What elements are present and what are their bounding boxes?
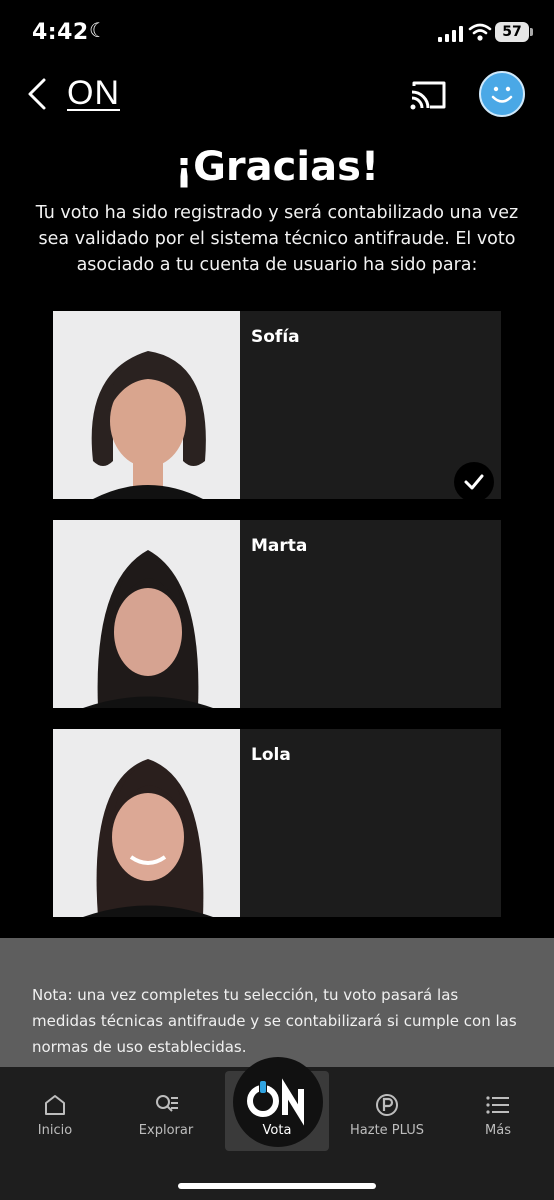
antifraud-note: Nota: una vez completes tu selección, tu… [0,938,554,1067]
candidate-card-lola[interactable]: Lola [53,729,501,917]
app-header: ON [0,66,554,126]
cast-icon[interactable] [408,78,448,112]
tab-mas[interactable]: Más [443,1067,553,1147]
tab-label: Inicio [37,1123,73,1138]
status-time: 4:42 [32,20,89,45]
battery-indicator: 57 [495,22,533,42]
bottom-tab-bar: Inicio Explorar Vota Hazte PLUS Más [0,1057,554,1200]
explore-icon [156,1095,178,1112]
candidate-name: Sofía [251,327,300,347]
home-indicator [178,1183,376,1189]
candidate-card-sofia[interactable]: Sofía [53,311,501,502]
tab-hazte-plus[interactable]: Hazte PLUS [332,1067,442,1147]
candidate-photo [53,729,240,917]
candidate-photo [53,311,240,499]
note-text: Nota: una vez completes tu selección, tu… [32,986,517,1056]
back-arrow-icon[interactable] [24,76,54,112]
tab-label: Explorar [138,1123,194,1138]
tab-label: Más [485,1123,511,1138]
menu-icon [486,1096,509,1114]
brand-logo[interactable]: ON [67,74,120,113]
profile-avatar[interactable] [479,71,525,117]
tab-label: Vota [262,1123,292,1138]
candidate-name: Marta [251,536,308,556]
status-bar: 4:42 ☾ 57 [0,0,554,66]
vote-confirmation-text: Tu voto ha sido registrado y será contab… [35,203,519,275]
tab-explorar[interactable]: Explorar [111,1067,221,1147]
selected-check-icon [454,462,494,502]
signal-icon [438,26,463,42]
candidate-card-marta[interactable]: Marta [53,520,501,708]
plus-icon [376,1094,398,1116]
wifi-icon [468,23,492,41]
home-icon [45,1095,65,1115]
candidate-photo [53,520,240,708]
candidate-name: Lola [251,745,291,765]
tab-label: Hazte PLUS [350,1123,424,1138]
page-title: ¡Gracias! [174,144,380,190]
tab-inicio[interactable]: Inicio [0,1067,110,1147]
smiley-icon [491,86,513,103]
moon-icon: ☾ [89,18,107,42]
